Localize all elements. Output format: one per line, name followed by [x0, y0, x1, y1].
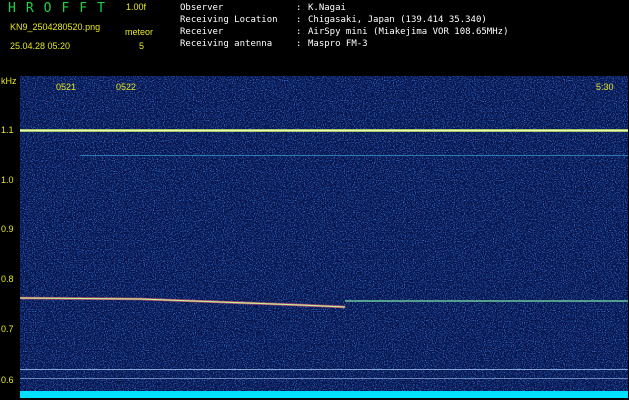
tick-0-8: 0.8: [1, 274, 14, 284]
time-label-0522: 0522: [116, 82, 137, 92]
weak-line-0-76: [345, 300, 628, 302]
receiver-label: Receiver: [180, 27, 224, 37]
datetime-label: 25.04.28 05:20: [10, 41, 71, 51]
observer-label: Observer: [180, 3, 224, 13]
tick-1-1: 1.1: [1, 125, 14, 135]
count-label: 5: [139, 41, 145, 51]
time-label-5-30: 5:30: [596, 82, 614, 92]
header-panel: HROFFT 1.00f KN9_2504280520.png meteor 2…: [0, 0, 629, 73]
mode-label: meteor: [125, 27, 154, 37]
tick-0-7: 0.7: [1, 324, 14, 334]
antenna-value: Maspro FM-3: [308, 39, 368, 49]
receiver-value: AirSpy mini (Miakejima VOR 108.65MHz): [308, 27, 509, 37]
antenna-label: Receiving antenna: [180, 39, 273, 49]
observer-value: K.Nagai: [308, 3, 346, 13]
tick-0-9: 0.9: [1, 224, 14, 234]
location-value: Chigasaki, Japan (139.414 35.340): [308, 15, 487, 25]
location-label: Receiving Location: [180, 15, 278, 25]
spectrogram-noise: [20, 76, 628, 398]
faint-line-0-61: [20, 378, 628, 379]
version-label: 1.00f: [126, 2, 147, 12]
faint-line-1-05: [80, 155, 628, 156]
app-title: HROFFT: [8, 1, 115, 16]
carrier-line-1-09-core: [20, 130, 628, 131]
location-separator: :: [296, 15, 302, 25]
filename-label: KN9_2504280520.png: [10, 22, 101, 32]
spectrogram[interactable]: [20, 76, 628, 398]
antenna-separator: :: [296, 39, 302, 49]
tick-1-0: 1.0: [1, 175, 14, 185]
noise-floor-band: [20, 391, 628, 398]
receiver-separator: :: [296, 27, 302, 37]
faint-line-0-62: [20, 369, 628, 370]
observer-separator: :: [296, 3, 302, 13]
axis-unit-label: kHz: [1, 76, 17, 86]
time-label-0521: 0521: [56, 82, 77, 92]
frequency-axis: [0, 73, 20, 400]
tick-0-6: 0.6: [1, 375, 14, 385]
